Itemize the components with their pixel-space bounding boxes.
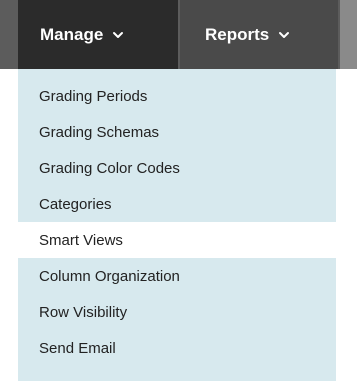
menu-item-grading-schemas[interactable]: Grading Schemas — [18, 114, 336, 150]
menu-item-label: Send Email — [39, 339, 116, 357]
menu-item-grading-color-codes[interactable]: Grading Color Codes — [18, 150, 336, 186]
gradebook-nav: Manage Reports Grading Periods Grading S… — [0, 0, 357, 381]
menu-item-label: Categories — [39, 195, 112, 213]
tab-manage-label: Manage — [40, 24, 104, 44]
menu-item-column-organization[interactable]: Column Organization — [18, 258, 336, 294]
menu-item-send-email[interactable]: Send Email — [18, 330, 336, 366]
menu-item-label: Grading Periods — [39, 87, 148, 105]
menu-item-categories[interactable]: Categories — [18, 186, 336, 222]
tab-reports[interactable]: Reports — [180, 0, 338, 69]
menu-item-label: Grading Color Codes — [39, 159, 180, 177]
tab-bar: Manage Reports — [0, 0, 357, 69]
menu-item-label: Row Visibility — [39, 303, 128, 321]
menu-item-label: Grading Schemas — [39, 123, 160, 141]
chevron-down-icon — [278, 29, 290, 41]
tab-reports-label: Reports — [205, 24, 270, 44]
chevron-down-icon — [112, 29, 124, 41]
menu-item-smart-views[interactable]: Smart Views — [18, 222, 336, 258]
tab-manage[interactable]: Manage — [18, 0, 178, 69]
menu-item-grading-periods[interactable]: Grading Periods — [18, 78, 336, 114]
manage-dropdown-menu: Grading Periods Grading Schemas Grading … — [18, 69, 336, 381]
menu-item-label: Smart Views — [39, 231, 123, 249]
tab-bar-edge — [340, 0, 357, 69]
menu-item-row-visibility[interactable]: Row Visibility — [18, 294, 336, 330]
menu-item-label: Column Organization — [39, 267, 180, 285]
